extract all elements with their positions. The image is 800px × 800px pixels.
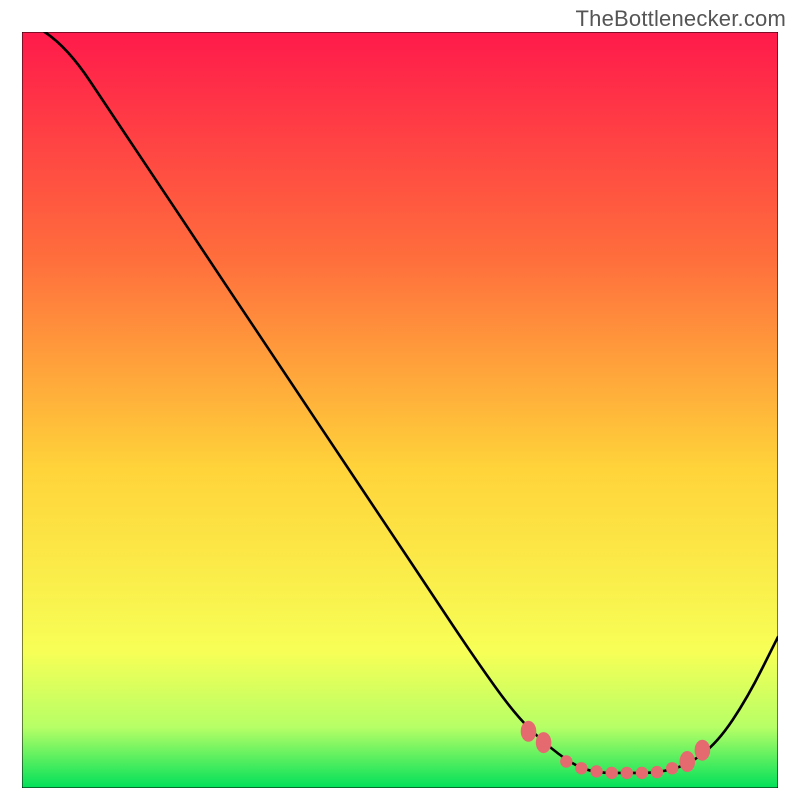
chart-frame: TheBottlenecker.com [0,0,800,800]
attribution-text: TheBottlenecker.com [576,6,786,32]
plot-area [22,32,778,788]
gradient-background [22,32,778,788]
gradient-rect [22,32,778,788]
